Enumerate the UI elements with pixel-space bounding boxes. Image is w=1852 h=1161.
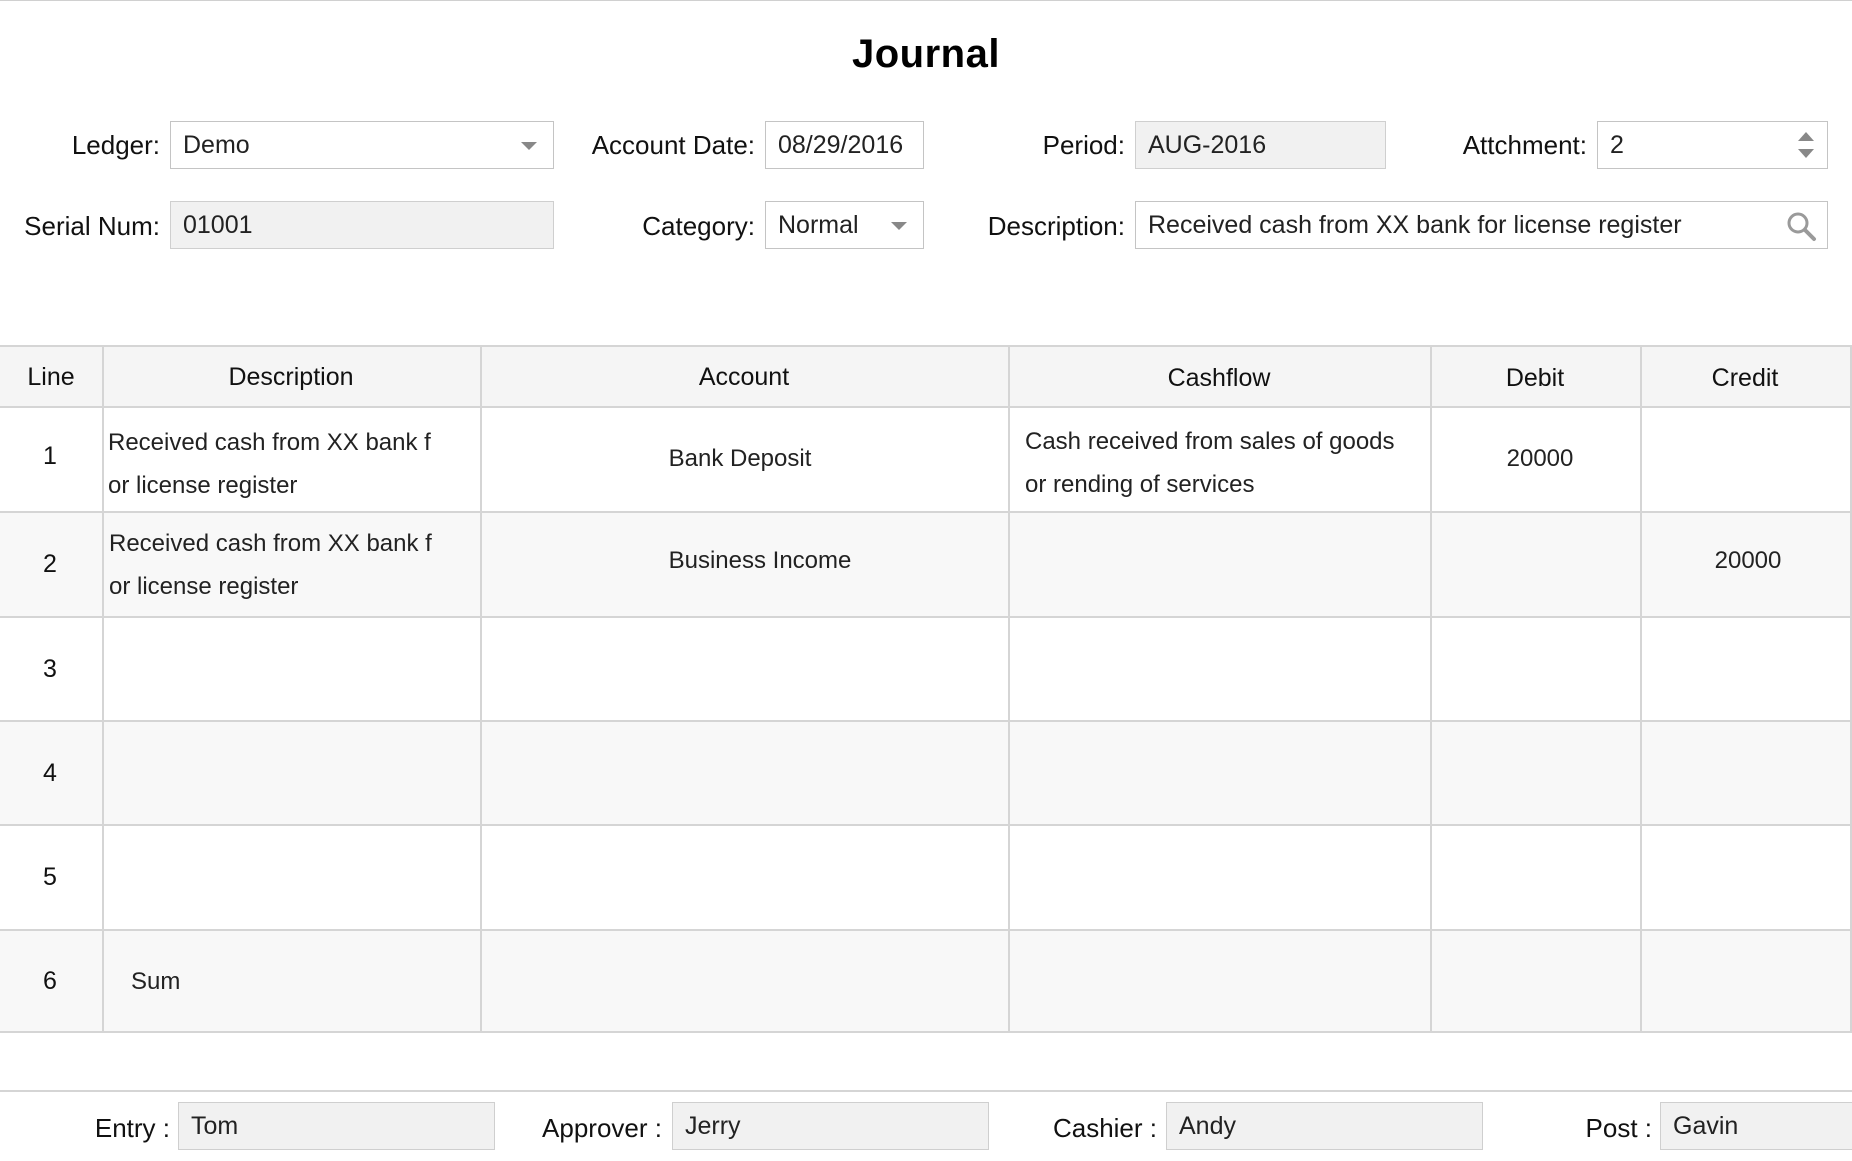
decrement-arrow-icon[interactable] [1798, 149, 1814, 158]
row-1-description-line1: Received cash from XX bank f [108, 429, 431, 456]
col-header-line: Line [27, 363, 75, 391]
row-1-line: 1 [43, 442, 57, 470]
approver-field: Jerry [672, 1102, 989, 1150]
row-2-description[interactable]: Received cash from XX bank f or license … [109, 522, 479, 608]
row-1-account[interactable]: Bank Deposit [640, 445, 840, 473]
search-icon[interactable] [1785, 210, 1817, 242]
entry-label: Entry : [94, 1113, 170, 1143]
footer-divider [0, 1090, 1852, 1092]
row-2-account[interactable]: Business Income [640, 547, 880, 575]
stepper-icon[interactable] [1797, 130, 1815, 162]
grid-line [0, 511, 1852, 513]
category-label: Category: [642, 211, 755, 241]
row-6-line: 6 [43, 967, 57, 995]
grid-line [480, 345, 482, 1033]
approver-label: Approver : [542, 1113, 662, 1143]
row-2-description-line1: Received cash from XX bank f [109, 530, 432, 557]
page-title: Journal [852, 32, 1000, 76]
attachment-stepper[interactable]: 2 [1597, 121, 1828, 169]
account-date-field[interactable]: 08/29/2016 [765, 121, 924, 169]
row-1-debit[interactable]: 20000 [1440, 445, 1640, 473]
row-1-cashflow[interactable]: Cash received from sales of goods or ren… [1025, 420, 1425, 506]
row-bg [0, 722, 1852, 826]
period-field: AUG-2016 [1135, 121, 1386, 169]
serial-num-field: 01001 [170, 201, 554, 249]
grid-line [0, 616, 1852, 618]
cashier-field: Andy [1166, 1102, 1483, 1150]
top-border [0, 0, 1852, 1]
grid-line [0, 824, 1852, 826]
entry-value: Tom [191, 1111, 239, 1140]
serial-num-label: Serial Num: [24, 211, 160, 241]
post-value: Gavin [1673, 1111, 1739, 1140]
row-1-description-line2: or license register [108, 472, 298, 499]
row-1-cashflow-line1: Cash received from sales of goods [1025, 428, 1395, 455]
account-date-value: 08/29/2016 [778, 130, 904, 159]
col-header-debit: Debit [1505, 364, 1565, 392]
grid-line [1640, 345, 1642, 1033]
row-2-credit[interactable]: 20000 [1648, 547, 1848, 575]
period-label: Period: [1042, 130, 1125, 160]
entry-field: Tom [178, 1102, 495, 1150]
grid-line [0, 1031, 1852, 1033]
col-header-description: Description [228, 363, 354, 391]
grid-line [1008, 345, 1010, 1033]
row-2-line: 2 [43, 550, 57, 578]
approver-value: Jerry [685, 1111, 741, 1140]
row-3-line: 3 [43, 655, 57, 683]
grid-line [0, 929, 1852, 931]
category-value: Normal [778, 210, 859, 239]
category-select[interactable]: Normal [765, 201, 924, 249]
ledger-select[interactable]: Demo [170, 121, 554, 169]
col-header-cashflow: Cashflow [1167, 364, 1271, 392]
row-2-description-line2: or license register [109, 573, 299, 600]
ledger-label: Ledger: [71, 130, 160, 160]
cashier-value: Andy [1179, 1111, 1236, 1140]
increment-arrow-icon[interactable] [1798, 132, 1814, 141]
grid-line [0, 345, 1852, 347]
sum-label: Sum [131, 968, 181, 995]
row-1-cashflow-line2: or rending of services [1025, 471, 1255, 498]
row-4-line: 4 [43, 759, 57, 787]
post-label: Post : [1585, 1113, 1652, 1143]
description-label: Description: [987, 211, 1125, 241]
account-date-label: Account Date: [591, 130, 755, 160]
attachment-label: Attchment: [1462, 130, 1587, 160]
serial-num-value: 01001 [183, 210, 253, 239]
row-5-line: 5 [43, 863, 57, 891]
grid-line [1430, 345, 1432, 1033]
col-header-account: Account [698, 363, 790, 391]
ledger-value: Demo [183, 130, 250, 159]
col-header-credit: Credit [1711, 364, 1779, 392]
chevron-down-icon[interactable] [521, 142, 537, 150]
chevron-down-icon[interactable] [891, 222, 907, 230]
grid-line [0, 720, 1852, 722]
grid-line [102, 345, 104, 1033]
period-value: AUG-2016 [1148, 130, 1267, 159]
description-field[interactable]: Received cash from XX bank for license r… [1135, 201, 1828, 249]
attachment-value: 2 [1610, 130, 1624, 159]
cashier-label: Cashier : [1052, 1113, 1157, 1143]
post-field: Gavin [1660, 1102, 1852, 1150]
description-value: Received cash from XX bank for license r… [1148, 210, 1682, 239]
row-1-description[interactable]: Received cash from XX bank f or license … [108, 421, 478, 507]
grid-line [0, 406, 1852, 408]
journal-lines-table: Line Description Account Cashflow Debit … [0, 345, 1852, 1033]
